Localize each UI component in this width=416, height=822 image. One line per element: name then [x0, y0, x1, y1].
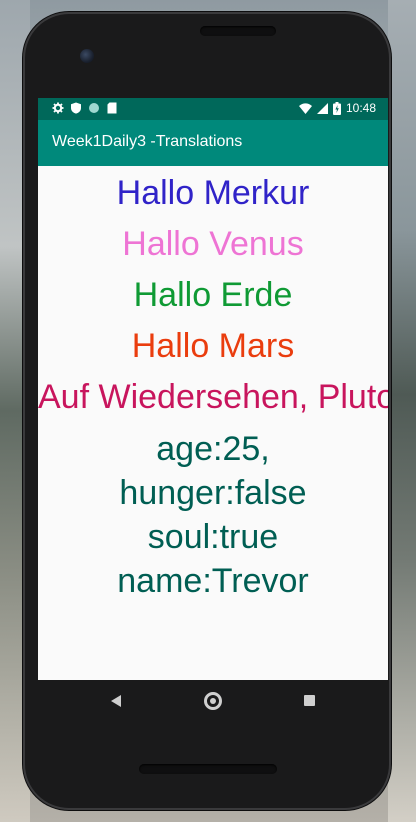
- property-age: age:25,: [156, 430, 270, 468]
- wifi-icon: [298, 102, 312, 114]
- settings-icon: [52, 102, 64, 114]
- background-right: [388, 0, 416, 822]
- navigation-bar: [38, 680, 388, 722]
- front-camera-icon: [80, 49, 94, 63]
- signal-icon: [316, 102, 328, 114]
- recents-icon[interactable]: [304, 695, 315, 706]
- clock-time: 10:48: [345, 101, 376, 115]
- earpiece-speaker: [200, 26, 276, 36]
- bottom-speaker: [139, 764, 277, 774]
- home-icon[interactable]: [204, 692, 222, 710]
- status-bar: 10:48: [38, 98, 388, 120]
- greeting-venus: Hallo Venus: [122, 225, 304, 263]
- app-screen: 10:48 Week1Daily3 -Translations Hallo Me…: [38, 98, 388, 680]
- sd-card-icon: [107, 102, 117, 114]
- battery-icon: [332, 101, 341, 115]
- property-soul: soul:true: [147, 518, 279, 556]
- shield-icon: [71, 102, 81, 114]
- back-icon[interactable]: [111, 695, 121, 707]
- property-hunger: hunger:false: [119, 474, 307, 512]
- app-bar: Week1Daily3 -Translations: [38, 120, 388, 166]
- greeting-erde: Hallo Erde: [133, 276, 293, 314]
- greeting-mars: Hallo Mars: [131, 327, 295, 365]
- status-right: 10:48: [298, 101, 376, 115]
- greeting-merkur: Hallo Merkur: [116, 174, 310, 212]
- greeting-pluto: Auf Wiedersehen, Pluto: [38, 378, 388, 416]
- circle-icon: [89, 103, 99, 113]
- app-title: Week1Daily3 -Translations: [52, 133, 243, 150]
- property-name: name:Trevor: [117, 562, 309, 600]
- status-icons-left: [52, 102, 118, 114]
